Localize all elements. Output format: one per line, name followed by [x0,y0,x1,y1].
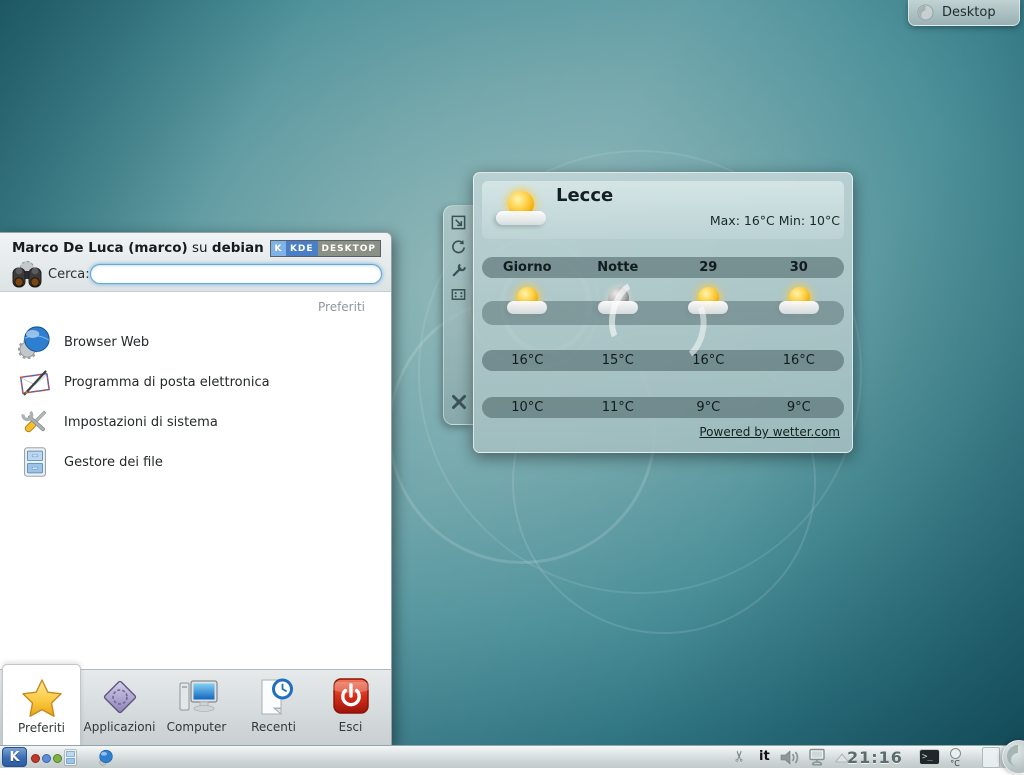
panel-widget-strip[interactable] [982,747,1000,768]
favorite-item-system-settings[interactable]: Impostazioni di sistema [8,402,382,442]
maximize-icon[interactable] [450,286,467,303]
kickoff-header: Marco De Luca (marco) su debian K KDE DE… [0,233,391,292]
resize-icon[interactable] [450,214,467,231]
search-label: Cerca: [48,267,90,282]
partly-cloudy-night-icon [596,285,640,321]
pager-dot-blue[interactable] [42,754,51,763]
partly-cloudy-day-icon [777,285,821,321]
kde-menu-button[interactable]: K [2,747,27,767]
recent-documents-icon [253,677,295,717]
weather-credit-link[interactable]: Powered by wetter.com [699,425,840,439]
keyboard-layout-indicator[interactable]: it [759,749,770,764]
tab-label: Preferiti [18,721,65,735]
tab-esci[interactable]: Esci [312,670,389,745]
partly-cloudy-day-icon [505,285,549,321]
digital-clock[interactable]: 21:16 [847,748,909,767]
computer-icon [174,677,220,717]
partly-cloudy-day-icon [686,285,730,321]
user-separator: su [188,240,212,256]
weather-col-header: 30 [754,260,845,275]
tab-label: Computer [167,720,227,734]
day-temp: 16°C [754,353,845,368]
tab-label: Esci [339,720,363,734]
favorite-item-label: Impostazioni di sistema [64,415,218,430]
weather-col-header: Notte [573,260,664,275]
close-icon[interactable] [449,392,469,412]
kickoff-launcher: Marco De Luca (marco) su debian K KDE DE… [0,232,392,745]
kickoff-tab-bar: Preferiti Applicazioni [0,669,391,745]
day-temp: 15°C [573,353,664,368]
weather-day-temps-row: 16°C 15°C 16°C 16°C [482,350,844,371]
weather-widget-handle[interactable] [443,205,473,425]
weather-column-header-row: Giorno Notte 29 30 [482,257,844,278]
weather-col-header: 29 [663,260,754,275]
file-manager-launcher-icon[interactable] [61,748,80,767]
toolbox-label: Desktop [942,5,996,20]
favorite-item-mail[interactable]: Programma di posta elettronica [8,362,382,402]
cashew-icon [917,4,934,21]
favorites-star-icon [21,678,63,718]
tab-applicazioni[interactable]: Applicazioni [81,670,158,745]
bottom-panel: K ✂ it 21:16 >_ °C [0,745,1024,768]
tray-weather-glyph [950,748,961,759]
file-manager-icon [18,445,52,479]
cloud-icon [496,211,546,225]
weather-header-panel [482,181,844,239]
applications-icon [99,677,141,717]
desktop-toolbox[interactable]: Desktop [908,0,1020,26]
favorite-item-label: Browser Web [64,335,149,350]
badge-desktop-label: DESKTOP [318,241,380,256]
tray-weather-icon[interactable]: °C [946,747,964,768]
tab-recenti[interactable]: Recenti [235,670,312,745]
weather-city-title: Lecce [556,185,613,206]
favorites-section-label: Preferiti [318,300,365,314]
host-name: debian [212,240,264,256]
mail-icon [18,365,52,399]
weather-icon-row [482,285,844,325]
weather-current-icon [496,189,548,231]
night-temp: 10°C [482,400,573,415]
terminal-icon[interactable]: >_ [919,749,940,765]
day-temp: 16°C [482,353,573,368]
search-input[interactable] [90,264,382,284]
cashew-icon [1003,741,1024,771]
tab-computer[interactable]: Computer [158,670,235,745]
kde-logo-icon: K [271,241,286,256]
day-temp: 16°C [663,353,754,368]
search-binoculars-icon [10,259,44,291]
system-settings-icon [18,405,52,439]
logout-power-icon [330,677,372,717]
badge-kde-label: KDE [286,241,318,256]
tab-preferiti[interactable]: Preferiti [2,664,81,745]
tab-label: Recenti [251,720,296,734]
favorite-item-file-manager[interactable]: Gestore dei file [8,442,382,482]
pager-dot-red[interactable] [31,754,40,763]
tray-weather-label: °C [950,759,960,768]
favorite-item-label: Gestore dei file [64,455,163,470]
weather-widget: Lecce Max: 16°C Min: 10°C Giorno Notte 2… [473,172,853,453]
weather-minmax: Max: 16°C Min: 10°C [710,213,840,228]
favorite-item-browser[interactable]: Browser Web [8,322,382,362]
kickoff-favorites-list: Preferiti Browser Web [0,292,391,669]
user-identity: Marco De Luca (marco) su debian [12,240,264,256]
night-temp: 9°C [663,400,754,415]
network-monitor-icon[interactable] [806,748,828,767]
tab-label: Applicazioni [84,720,156,734]
night-temp: 11°C [573,400,664,415]
night-temp: 9°C [754,400,845,415]
web-browser-launcher-icon[interactable] [96,748,115,767]
rotate-icon[interactable] [450,238,467,255]
kde-desktop-badge: K KDE DESKTOP [270,240,381,257]
weather-col-header: Giorno [482,260,573,275]
weather-night-temps-row: 10°C 11°C 9°C 9°C [482,397,844,418]
volume-icon[interactable] [779,749,801,766]
configure-wrench-icon[interactable] [450,262,467,279]
favorite-item-label: Programma di posta elettronica [64,375,270,390]
user-name: Marco De Luca (marco) [12,240,188,256]
web-browser-icon [18,325,52,359]
pager-dots[interactable] [31,754,62,763]
clipboard-scissors-icon[interactable]: ✂ [730,750,748,763]
panel-toolbox-cashew[interactable] [1002,740,1024,774]
